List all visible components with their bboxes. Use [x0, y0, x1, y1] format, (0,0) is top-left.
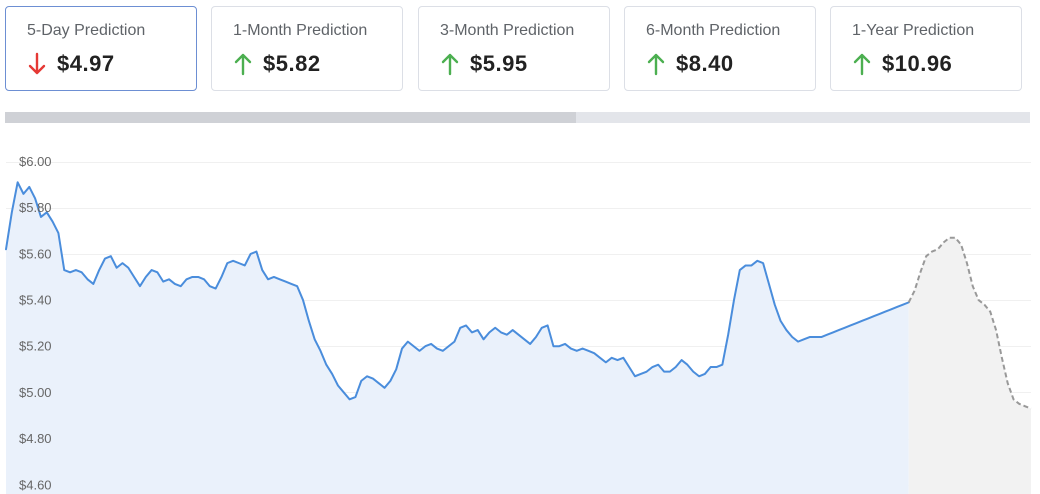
card-1-year[interactable]: 1-Year Prediction $10.96: [830, 6, 1022, 91]
historical-area: [6, 182, 909, 494]
card-value-row: $8.40: [646, 51, 734, 77]
prediction-cards: 5-Day Prediction $4.97 1-Month Predictio…: [5, 6, 1025, 93]
up-arrow-icon: [853, 53, 871, 76]
y-tick-label: $5.00: [19, 385, 52, 400]
card-6-month[interactable]: 6-Month Prediction $8.40: [624, 6, 816, 91]
card-label: 3-Month Prediction: [440, 22, 575, 39]
card-value: $5.82: [263, 51, 321, 76]
y-tick-label: $6.00: [19, 154, 52, 169]
card-value-row: $10.96: [852, 51, 952, 77]
card-label: 1-Year Prediction: [852, 22, 975, 39]
price-chart-svg: $6.00 $5.80 $5.60 $5.40 $5.20 $5.00 $4.80 $4.60: [5, 154, 1032, 494]
range-scrollbar[interactable]: [5, 112, 1030, 123]
card-value: $4.97: [57, 51, 115, 76]
card-value: $10.96: [882, 51, 953, 76]
y-tick-label: $4.80: [19, 431, 52, 446]
card-value: $8.40: [676, 51, 734, 76]
price-chart: $6.00 $5.80 $5.60 $5.40 $5.20 $5.00 $4.80 $4.60: [0, 150, 1040, 494]
y-tick-label: $5.40: [19, 293, 52, 308]
forecast-area: [908, 237, 1031, 494]
down-arrow-icon: [28, 52, 46, 75]
y-tick-label: $5.60: [19, 246, 52, 261]
up-arrow-icon: [234, 53, 252, 76]
range-scrollbar-thumb[interactable]: [5, 112, 576, 123]
y-tick-label: $4.60: [19, 477, 52, 492]
card-value-row: $5.95: [440, 51, 528, 77]
card-1-month[interactable]: 1-Month Prediction $5.82: [211, 6, 403, 91]
y-tick-label: $5.80: [19, 200, 52, 215]
card-label: 1-Month Prediction: [233, 22, 368, 39]
up-arrow-icon: [647, 53, 665, 76]
card-value: $5.95: [470, 51, 528, 76]
card-3-month[interactable]: 3-Month Prediction $5.95: [418, 6, 610, 91]
card-value-row: $5.82: [233, 51, 321, 77]
prediction-widget: 5-Day Prediction $4.97 1-Month Predictio…: [0, 0, 1040, 494]
card-value-row: $4.97: [27, 51, 115, 77]
card-label: 5-Day Prediction: [27, 22, 146, 39]
card-label: 6-Month Prediction: [646, 22, 781, 39]
y-tick-label: $5.20: [19, 339, 52, 354]
card-5-day[interactable]: 5-Day Prediction $4.97: [5, 6, 197, 91]
up-arrow-icon: [441, 53, 459, 76]
